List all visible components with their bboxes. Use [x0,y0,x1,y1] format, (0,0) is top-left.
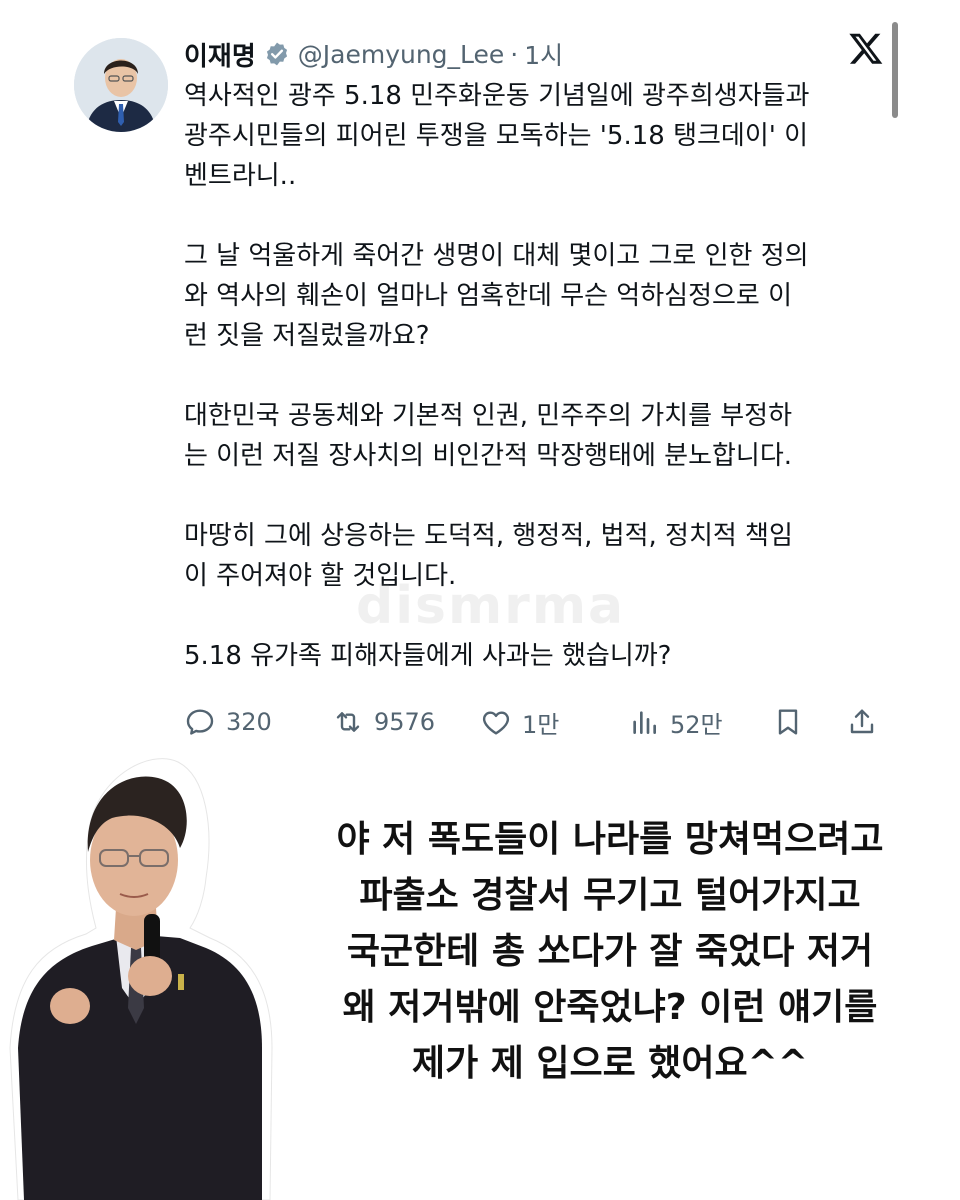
like-button[interactable]: 1만 [480,700,559,744]
tweet-line: 는 이런 저질 장사치의 비인간적 막장행태에 분노합니다. [184,441,793,471]
caption-line: 왜 저거밖에 안죽었냐? 이런 얘기를 [342,987,878,1028]
verified-icon [264,41,290,67]
tweet-line: 마땅히 그에 상응하는 도덕적, 행정적, 법적, 정치적 책임 [184,521,793,551]
author-name[interactable]: 이재명 [184,36,256,73]
author-handle[interactable]: @Jaemyung_Lee [298,40,505,69]
retweet-icon [336,712,360,732]
tweet-line: 대한민국 공동체와 기본적 인권, 민주주의 가치를 부정하 [184,401,793,431]
tweet-paragraph: 5.18 유가족 피해자들에게 사과는 했습니까? [184,636,894,676]
tweet-line: 광주시민들의 피어린 투쟁을 모독하는 '5.18 탱크데이' 이 [184,121,809,151]
x-logo-icon[interactable] [848,30,884,66]
speaker-photo [0,748,280,1200]
tweet-card: 이재명 @Jaemyung_Lee · 1시 역사적인 광주 5.18 민주화운… [0,0,960,760]
bookmark-icon [778,709,798,735]
tweet-header: 이재명 @Jaemyung_Lee · 1시 [184,34,563,74]
post-time[interactable]: 1시 [524,36,563,72]
watermark: dismrma [356,576,626,636]
tweet-paragraph: 대한민국 공동체와 기본적 인권, 민주주의 가치를 부정하 는 이런 저질 장… [184,396,894,476]
caption-quote: 야 저 폭도들이 나라를 망쳐먹으려고 파출소 경찰서 무기고 털어가지고 국군… [280,812,940,1092]
like-icon [482,711,510,735]
tweet-line: 그 날 억울하게 죽어간 생명이 대체 몇이고 그로 인한 정의 [184,241,809,271]
tweet-line: 역사적인 광주 5.18 민주화운동 기념일에 광주희생자들과 [184,81,810,111]
views-icon [633,711,656,734]
tweet-line: 와 역사의 훼손이 얼마나 엄혹한데 무슨 억하심정으로 이 [184,281,793,311]
tweet-actions: 320 9576 1만 52만 [184,700,894,744]
share-button[interactable] [846,700,878,744]
tweet-line: 5.18 유가족 피해자들에게 사과는 했습니까? [184,641,672,671]
reply-button[interactable]: 320 [184,700,272,744]
avatar[interactable] [74,38,168,132]
bookmark-button[interactable] [772,700,804,744]
tweet-line: 벤트라니.. [184,161,297,191]
retweet-button[interactable]: 9576 [332,700,435,744]
tweet-paragraph: 역사적인 광주 5.18 민주화운동 기념일에 광주희생자들과 광주시민들의 피… [184,76,894,196]
tweet-paragraph: 그 날 억울하게 죽어간 생명이 대체 몇이고 그로 인한 정의 와 역사의 훼… [184,236,894,356]
caption-line: 파출소 경찰서 무기고 털어가지고 [359,875,861,916]
header-separator: · [510,39,519,69]
share-icon [850,709,874,734]
tweet-line: 런 짓을 저질렀을까요? [184,321,430,351]
caption-line: 제가 제 입으로 했어요^^ [411,1043,808,1084]
reply-count: 320 [226,708,272,736]
retweet-count: 9576 [374,708,436,736]
reply-icon [186,709,214,735]
caption-line: 야 저 폭도들이 나라를 망쳐먹으려고 [336,819,884,860]
views-button[interactable]: 52만 [628,700,723,744]
views-count: 52만 [670,710,723,739]
caption-line: 국군한테 총 쏘다가 잘 죽었다 저거 [346,931,874,972]
like-count: 1만 [522,710,560,739]
